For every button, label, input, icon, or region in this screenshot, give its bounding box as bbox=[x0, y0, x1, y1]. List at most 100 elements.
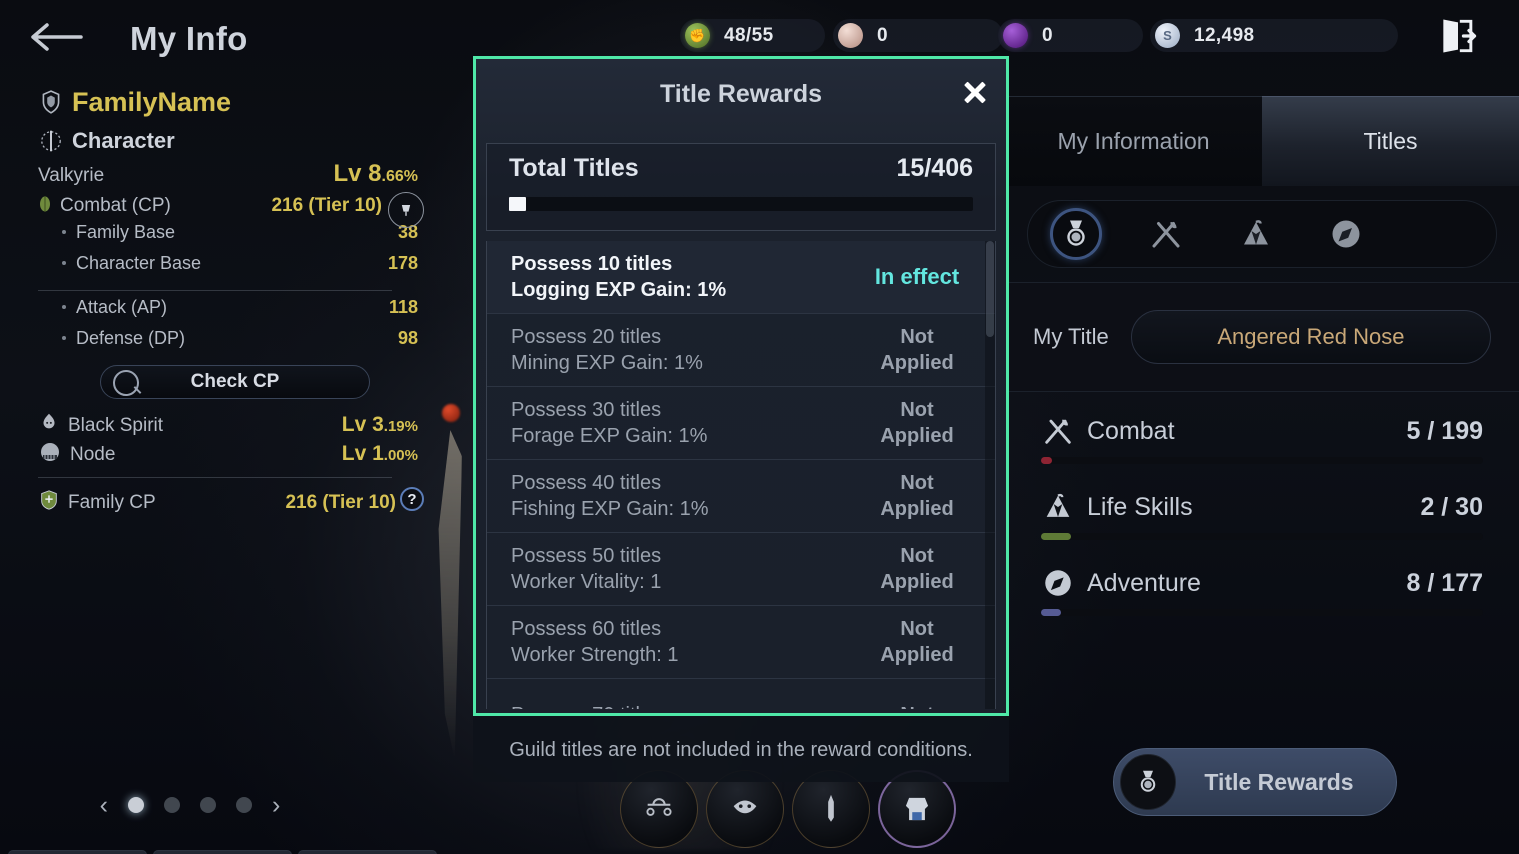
reward-condition-line: Possess 40 titles bbox=[511, 472, 662, 494]
reward-condition: Possess 40 titles Fishing EXP Gain: 1% bbox=[511, 470, 853, 522]
reward-effect-line: Fishing EXP Gain: 1% bbox=[511, 498, 709, 520]
reward-row[interactable]: Possess 20 titles Mining EXP Gain: 1% Not A… bbox=[487, 314, 995, 387]
progress-adventure-fill bbox=[1041, 609, 1061, 616]
combat-cp-row: Combat (CP) 216 (Tier 10) bbox=[0, 191, 430, 228]
bottom-button-row: Beauty Inventory Dye bbox=[8, 850, 437, 854]
progress-life-skills-label: Life Skills bbox=[1087, 492, 1193, 521]
page-dot-1[interactable] bbox=[128, 797, 144, 813]
page-dot-3[interactable] bbox=[200, 797, 216, 813]
family-cp-label: Family CP bbox=[68, 492, 156, 513]
compass-icon bbox=[1332, 220, 1360, 248]
progress-adventure-label: Adventure bbox=[1087, 568, 1201, 597]
currency-energy[interactable]: ✊ 48/55 bbox=[680, 19, 825, 52]
character-label: Character bbox=[72, 128, 175, 153]
medal-icon bbox=[1140, 770, 1156, 792]
tent-icon bbox=[1244, 220, 1268, 245]
divider bbox=[38, 477, 392, 478]
silver-value: 12,498 bbox=[1194, 24, 1255, 46]
exit-door-icon bbox=[1443, 19, 1477, 53]
progress-adventure-track bbox=[1041, 609, 1483, 616]
cp-badge-icon[interactable] bbox=[388, 192, 424, 228]
back-button[interactable] bbox=[30, 20, 84, 54]
node-level: Lv 1.00% bbox=[341, 442, 418, 465]
character-base-row: Character Base 178 bbox=[0, 253, 430, 284]
reward-row[interactable]: Possess 40 titles Fishing EXP Gain: 1% Not… bbox=[487, 460, 995, 533]
progress-life-skills-value: 2 / 30 bbox=[1420, 492, 1483, 521]
title-rewards-button[interactable]: Title Rewards bbox=[1113, 748, 1397, 816]
reward-status: Not Applied bbox=[880, 472, 954, 520]
progress-combat-track bbox=[1041, 457, 1483, 464]
node-label: Node bbox=[70, 444, 116, 465]
reward-list-scrollbar[interactable] bbox=[985, 241, 995, 709]
medal-icon bbox=[1067, 220, 1085, 246]
black-spirit-level: Lv 3.19% bbox=[341, 413, 418, 436]
mask-slot-icon bbox=[733, 800, 757, 814]
bullet-icon bbox=[62, 230, 66, 234]
currency-silver[interactable]: S 12,498 bbox=[1150, 19, 1398, 52]
page-dot-2[interactable] bbox=[164, 797, 180, 813]
crossed-weapons-icon bbox=[1045, 419, 1071, 444]
category-life-skill-titles[interactable] bbox=[1230, 208, 1282, 260]
reward-list[interactable]: Possess 10 titles Logging EXP Gain: 1% In … bbox=[486, 241, 996, 709]
black-spirit-icon bbox=[43, 413, 55, 429]
currency-contribution[interactable]: 0 bbox=[833, 19, 1003, 52]
reward-row[interactable]: Possess 10 titles Logging EXP Gain: 1% In … bbox=[487, 241, 995, 314]
category-adventure-titles[interactable] bbox=[1320, 208, 1372, 260]
combat-cp-label: Combat (CP) bbox=[60, 195, 171, 216]
reward-status: Not Applied bbox=[880, 399, 954, 447]
inventory-button[interactable]: Inventory bbox=[153, 850, 292, 854]
attack-row: Attack (AP) 118 bbox=[0, 297, 430, 328]
help-question-icon[interactable]: ? bbox=[400, 487, 424, 511]
pearl-icon bbox=[1003, 23, 1028, 48]
character-header-row: Character bbox=[0, 122, 430, 160]
family-cp-row: Family CP 216 (Tier 10) ? bbox=[0, 484, 430, 515]
beauty-button[interactable]: Beauty bbox=[8, 850, 147, 854]
family-base-row: Family Base 38 bbox=[0, 222, 430, 253]
page-dot-4[interactable] bbox=[236, 797, 252, 813]
tab-titles[interactable]: Titles bbox=[1262, 96, 1519, 186]
reward-row[interactable]: Possess 70 titlesNot bbox=[487, 679, 995, 709]
reward-condition: Possess 60 titles Worker Strength: 1 bbox=[511, 616, 853, 668]
black-spirit-row: Black Spirit Lv 3.19% bbox=[0, 405, 430, 436]
reward-condition-line: Possess 70 titles bbox=[511, 702, 853, 709]
reward-condition: Possess 20 titles Mining EXP Gain: 1% bbox=[511, 324, 853, 376]
energy-icon: ✊ bbox=[685, 23, 710, 48]
reward-row[interactable]: Possess 50 titles Worker Vitality: 1 Not Ap… bbox=[487, 533, 995, 606]
pearl-value: 0 bbox=[1042, 24, 1053, 46]
title-rewards-label: Title Rewards bbox=[1204, 768, 1354, 795]
class-level: Lv 8.66% bbox=[333, 160, 419, 187]
combat-cp-icon bbox=[40, 196, 50, 212]
close-x-icon[interactable] bbox=[958, 75, 992, 109]
my-title-row: My Title Angered Red Nose bbox=[1005, 282, 1519, 392]
total-titles-track bbox=[509, 197, 973, 211]
reward-row[interactable]: Possess 30 titles Forage EXP Gain: 1% Not A… bbox=[487, 387, 995, 460]
reward-status: Not Applied bbox=[880, 326, 954, 374]
tab-my-information[interactable]: My Information bbox=[1005, 96, 1262, 186]
red-orb-decoration bbox=[442, 404, 460, 422]
category-combat-titles[interactable] bbox=[1140, 208, 1192, 260]
currency-pearl[interactable]: 0 bbox=[998, 19, 1143, 52]
reward-condition: Possess 30 titles Forage EXP Gain: 1% bbox=[511, 397, 853, 449]
reward-list-scroll-thumb[interactable] bbox=[986, 241, 994, 337]
reward-effect-line: Logging EXP Gain: 1% bbox=[511, 279, 727, 301]
family-base-label: Family Base bbox=[76, 222, 176, 242]
check-cp-button[interactable]: Check CP bbox=[100, 365, 370, 399]
my-title-selector[interactable]: Angered Red Nose bbox=[1130, 310, 1491, 364]
chevron-left-icon[interactable]: ‹ bbox=[100, 791, 108, 820]
dialog-footnote: Guild titles are not included in the rew… bbox=[509, 738, 973, 761]
bullet-icon bbox=[62, 305, 66, 309]
chevron-right-icon[interactable]: › bbox=[272, 791, 280, 820]
reward-effect-line: Worker Strength: 1 bbox=[511, 644, 679, 666]
title-rewards-icon-wrap bbox=[1120, 754, 1176, 810]
sword-slot-icon bbox=[828, 794, 834, 822]
title-category-bar bbox=[1027, 200, 1497, 268]
exit-button[interactable] bbox=[1436, 14, 1480, 58]
category-all-titles[interactable] bbox=[1050, 208, 1102, 260]
attack-value: 118 bbox=[388, 297, 418, 317]
reward-row[interactable]: Possess 60 titles Worker Strength: 1 Not Ap… bbox=[487, 606, 995, 679]
defense-row: Defense (DP) 98 bbox=[0, 328, 430, 359]
node-row: Node Lv 1.00% bbox=[0, 436, 430, 467]
dye-button[interactable]: Dye bbox=[298, 850, 437, 854]
tab-bar: My Information Titles bbox=[1005, 96, 1519, 186]
family-name: FamilyName bbox=[72, 86, 232, 117]
